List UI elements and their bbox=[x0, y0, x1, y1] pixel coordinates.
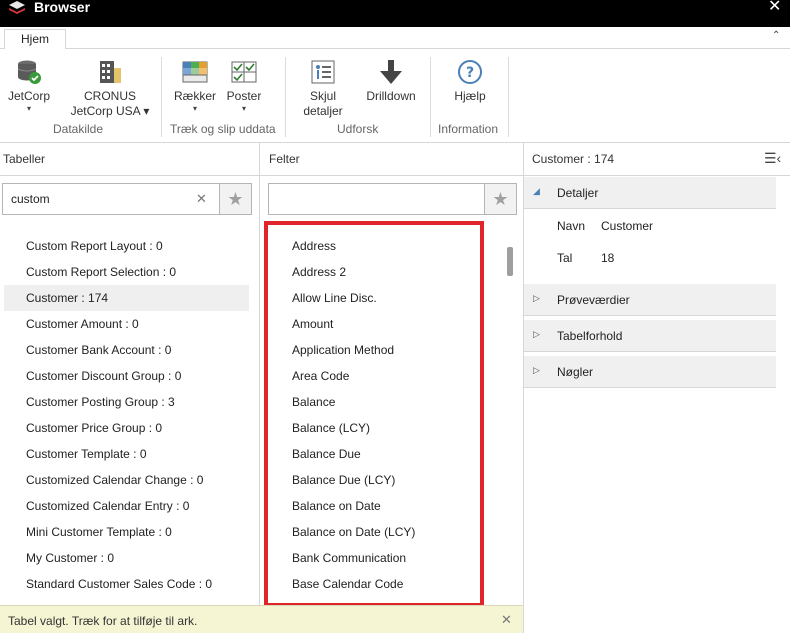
rows-grid-icon bbox=[182, 61, 208, 83]
details-header-divider bbox=[524, 175, 790, 176]
table-list-item[interactable]: Customer Posting Group : 3 bbox=[4, 389, 249, 415]
poster-button[interactable]: Poster ▾ bbox=[222, 59, 266, 114]
info-list-icon bbox=[311, 60, 335, 84]
table-list-item[interactable]: Mini Customer Template : 0 bbox=[4, 519, 249, 545]
fields-pane-header: Felter bbox=[269, 152, 300, 166]
table-list-item[interactable]: Custom Report Selection : 0 bbox=[4, 259, 249, 285]
chevron-down-icon: ▾ bbox=[26, 104, 31, 113]
navn-label: Navn bbox=[557, 219, 586, 233]
clear-search-icon[interactable]: ✕ bbox=[196, 191, 207, 207]
dismiss-status-button[interactable]: ✕ bbox=[501, 612, 512, 628]
database-check-icon bbox=[17, 60, 41, 84]
tal-label: Tal bbox=[557, 251, 573, 265]
ribbon-divider bbox=[430, 57, 431, 137]
arrow-down-icon bbox=[380, 60, 402, 84]
building-icon bbox=[100, 61, 121, 83]
section-noegler[interactable]: ▷ Nøgler bbox=[524, 356, 776, 388]
section-detaljer[interactable]: ◢ Detaljer bbox=[524, 177, 776, 209]
collapse-ribbon-icon[interactable]: ⌃ bbox=[772, 30, 780, 41]
group-label-datakilde: Datakilde bbox=[53, 122, 104, 136]
cronus-company-button[interactable]: CRONUS JetCorp USA ▾ bbox=[66, 59, 154, 119]
table-list-item[interactable]: Standard Customer Sales Code : 0 bbox=[4, 571, 249, 597]
table-list-item[interactable]: Custom Report Layout : 0 bbox=[4, 233, 249, 259]
section-tabelforhold[interactable]: ▷ Tabelforhold bbox=[524, 320, 776, 352]
pane-divider[interactable] bbox=[523, 143, 524, 633]
highlight-annotation-box bbox=[264, 221, 484, 607]
title-bar: Browser ✕ bbox=[0, 0, 790, 27]
table-list-item[interactable]: Customized Calendar Entry : 0 bbox=[4, 493, 249, 519]
tab-hjem[interactable]: Hjem bbox=[4, 29, 66, 50]
favorite-star-icon[interactable]: ★ bbox=[219, 184, 251, 214]
hjaelp-button[interactable]: ? Hjælp bbox=[449, 59, 491, 104]
ribbon-divider bbox=[285, 57, 286, 137]
tal-value: 18 bbox=[601, 251, 615, 265]
ribbon: JetCorp ▾ CRONUS JetCorp USA ▾ Datakilde bbox=[0, 49, 790, 143]
details-pane-header: Customer : 174 bbox=[532, 152, 615, 166]
ribbon-divider bbox=[161, 57, 162, 137]
tables-list: Custom Report Layout : 0 Custom Report S… bbox=[4, 233, 249, 597]
group-label-information: Information bbox=[438, 122, 499, 136]
help-question-icon: ? bbox=[458, 60, 482, 84]
table-list-item[interactable]: Customer Amount : 0 bbox=[4, 311, 249, 337]
checked-grid-icon bbox=[231, 61, 257, 83]
fields-search-box: ★ bbox=[268, 183, 517, 215]
chevron-down-icon: ▾ bbox=[192, 104, 197, 113]
status-message: Tabel valgt. Træk for at tilføje til ark… bbox=[8, 614, 198, 628]
app-layers-icon bbox=[9, 1, 25, 14]
ribbon-tab-bar: Hjem ⌃ bbox=[0, 27, 790, 50]
tables-pane-header: Tabeller bbox=[3, 152, 46, 166]
table-list-item[interactable]: My Customer : 0 bbox=[4, 545, 249, 571]
collapsed-triangle-icon: ▷ bbox=[533, 329, 540, 339]
navn-value: Customer bbox=[601, 219, 654, 233]
table-list-item[interactable]: Customer Template : 0 bbox=[4, 441, 249, 467]
table-list-item[interactable]: Customized Calendar Change : 0 bbox=[4, 467, 249, 493]
table-list-item[interactable]: Customer Price Group : 0 bbox=[4, 415, 249, 441]
fields-search-input[interactable] bbox=[269, 184, 483, 214]
group-label-udforsk: Udforsk bbox=[337, 122, 379, 136]
drilldown-button[interactable]: Drilldown bbox=[360, 59, 422, 104]
tables-search-input[interactable] bbox=[3, 184, 191, 214]
chevron-down-icon: ▾ bbox=[241, 104, 246, 113]
jetcorp-button[interactable]: JetCorp ▾ bbox=[7, 59, 51, 114]
tables-search-box: ✕ ★ bbox=[2, 183, 252, 215]
section-proevevaerdier[interactable]: ▷ Prøveværdier bbox=[524, 284, 776, 316]
pane-header-divider bbox=[0, 175, 523, 176]
collapsed-triangle-icon: ▷ bbox=[533, 365, 540, 375]
table-list-item[interactable]: Customer Discount Group : 0 bbox=[4, 363, 249, 389]
svg-text:?: ? bbox=[466, 65, 474, 81]
fields-scrollbar-thumb[interactable] bbox=[507, 247, 513, 276]
skjul-detaljer-button[interactable]: Skjul detaljer bbox=[298, 59, 348, 119]
pane-divider[interactable] bbox=[259, 143, 260, 605]
status-bar: Tabel valgt. Træk for at tilføje til ark… bbox=[0, 605, 523, 633]
close-window-button[interactable]: ✕ bbox=[768, 0, 781, 16]
collapse-pane-icon[interactable]: ☰‹ bbox=[764, 150, 781, 167]
collapsed-triangle-icon: ▷ bbox=[533, 293, 540, 303]
ribbon-divider bbox=[508, 57, 509, 137]
table-list-item-selected[interactable]: Customer : 174 bbox=[4, 285, 249, 311]
group-label-traek: Træk og slip uddata bbox=[170, 122, 276, 136]
favorite-star-icon[interactable]: ★ bbox=[484, 184, 516, 214]
expanded-triangle-icon: ◢ bbox=[533, 186, 540, 196]
table-list-item[interactable]: Customer Bank Account : 0 bbox=[4, 337, 249, 363]
window-title: Browser bbox=[34, 0, 91, 15]
raekker-button[interactable]: Rækker ▾ bbox=[172, 59, 218, 114]
